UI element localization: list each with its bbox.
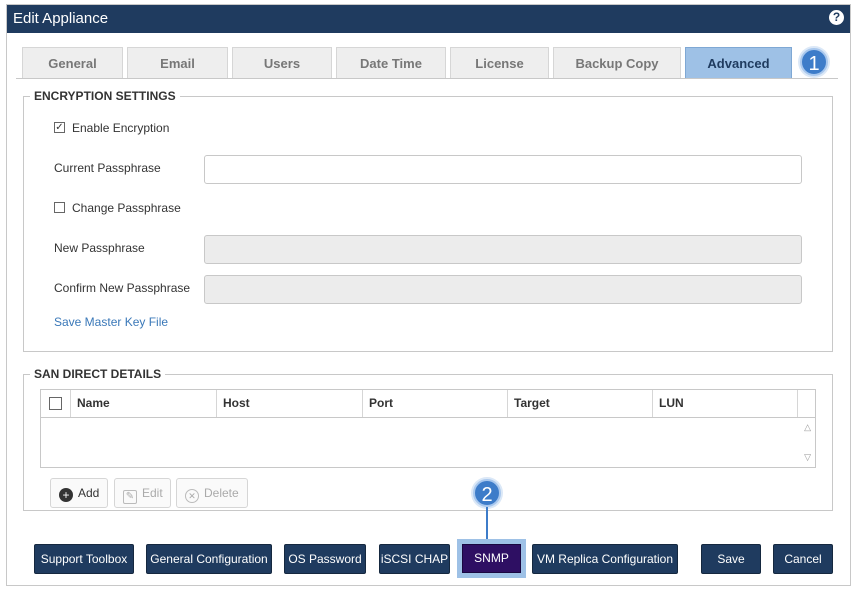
callout-1: 1 (800, 48, 828, 76)
san-table: Name Host Port Target LUN △ ▽ (40, 389, 816, 468)
change-passphrase-checkbox[interactable] (54, 202, 65, 213)
add-button[interactable]: + Add (50, 478, 108, 508)
edit-button[interactable]: ✎ Edit (114, 478, 171, 508)
edit-label: Edit (142, 486, 163, 500)
new-passphrase-input[interactable] (204, 235, 802, 264)
san-table-header: Name Host Port Target LUN (41, 390, 815, 418)
support-toolbox-button[interactable]: Support Toolbox (34, 544, 134, 574)
column-host[interactable]: Host (217, 390, 363, 417)
current-passphrase-label: Current Passphrase (54, 161, 161, 175)
vm-replica-configuration-button[interactable]: VM Replica Configuration (532, 544, 678, 574)
column-name[interactable]: Name (71, 390, 217, 417)
os-password-button[interactable]: OS Password (284, 544, 366, 574)
save-button[interactable]: Save (701, 544, 761, 574)
delete-label: Delete (204, 486, 239, 500)
add-label: Add (78, 486, 100, 500)
tab-backup-copy[interactable]: Backup Copy (553, 47, 681, 79)
edit-icon: ✎ (123, 490, 137, 504)
column-lun[interactable]: LUN (653, 390, 798, 417)
title-bar: Edit Appliance ? (7, 5, 850, 33)
confirm-passphrase-label: Confirm New Passphrase (54, 281, 191, 295)
callout-2-connector (486, 507, 488, 539)
tab-advanced[interactable]: Advanced (685, 47, 792, 79)
delete-icon: ✕ (185, 489, 199, 503)
san-direct-details-legend: SAN DIRECT DETAILS (30, 367, 166, 381)
column-target[interactable]: Target (508, 390, 653, 417)
current-passphrase-input[interactable] (204, 155, 802, 184)
tab-general[interactable]: General (22, 47, 123, 79)
encryption-settings-legend: ENCRYPTION SETTINGS (30, 89, 180, 103)
column-port[interactable]: Port (363, 390, 508, 417)
tab-divider (16, 78, 838, 79)
change-passphrase-label: Change Passphrase (72, 201, 181, 215)
cancel-button[interactable]: Cancel (773, 544, 833, 574)
delete-button[interactable]: ✕ Delete (176, 478, 248, 508)
tab-date-time[interactable]: Date Time (336, 47, 446, 79)
general-configuration-button[interactable]: General Configuration (146, 544, 272, 574)
confirm-passphrase-input[interactable] (204, 275, 802, 304)
select-all-cell (41, 390, 71, 417)
scroll-down-icon[interactable]: ▽ (804, 452, 811, 463)
add-icon: + (59, 488, 73, 502)
help-icon[interactable]: ? (829, 10, 844, 25)
snmp-button[interactable]: SNMP (462, 544, 521, 573)
snmp-highlight: SNMP (457, 539, 526, 578)
new-passphrase-label: New Passphrase (54, 241, 145, 255)
scroll-up-icon[interactable]: △ (804, 422, 811, 433)
tab-license[interactable]: License (450, 47, 549, 79)
tab-users[interactable]: Users (232, 47, 332, 79)
iscsi-chap-button[interactable]: iSCSI CHAP (379, 544, 450, 574)
select-all-checkbox[interactable] (49, 397, 62, 410)
callout-2: 2 (473, 479, 501, 507)
enable-encryption-label: Enable Encryption (72, 121, 170, 135)
save-master-key-link[interactable]: Save Master Key File (54, 315, 168, 329)
dialog-title: Edit Appliance (13, 10, 109, 27)
tab-email[interactable]: Email (127, 47, 228, 79)
enable-encryption-checkbox[interactable]: ✓ (54, 122, 65, 133)
